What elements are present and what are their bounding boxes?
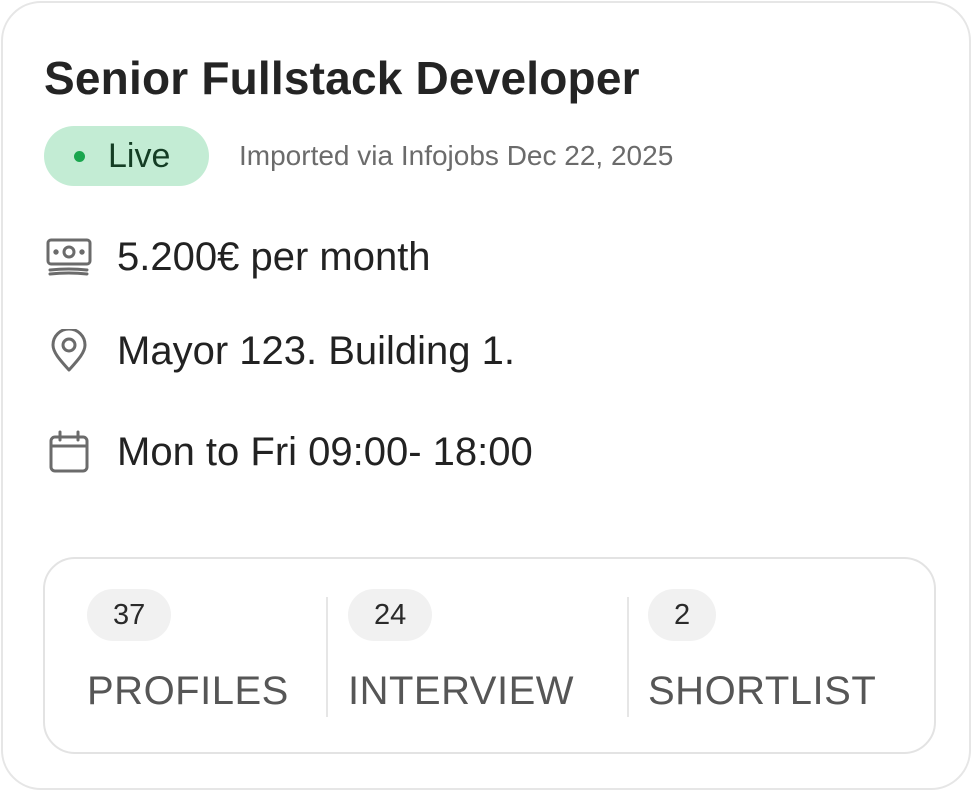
schedule-text: Mon to Fri 09:00- 18:00 [117, 429, 533, 474]
interview-count: 24 [348, 589, 433, 641]
location-pin-icon [45, 328, 95, 374]
location-text: Mayor 123. Building 1. [117, 328, 516, 373]
profiles-count: 37 [87, 589, 172, 641]
status-label: Live [108, 136, 171, 175]
location-row: Mayor 123. Building 1. [45, 328, 515, 374]
money-icon [45, 234, 95, 280]
salary-row: 5.200€ per month [45, 234, 431, 280]
schedule-row: Mon to Fri 09:00- 18:00 [45, 429, 533, 475]
profiles-label: PROFILES [87, 669, 289, 713]
job-card[interactable]: Senior Fullstack Developer Live Imported… [1, 1, 971, 790]
import-note: Imported via Infojobs Dec 22, 2025 [239, 140, 674, 171]
status-badge: Live [44, 126, 209, 186]
pipeline-stats: 37 PROFILES 24 INTERVIEW 2 SHORTLIST [43, 557, 936, 754]
shortlist-count: 2 [648, 589, 717, 641]
salary-text: 5.200€ per month [117, 234, 431, 279]
calendar-icon [45, 429, 95, 475]
job-title: Senior Fullstack Developer [44, 52, 640, 104]
interview-label: INTERVIEW [348, 669, 575, 713]
status-dot-icon [74, 150, 85, 162]
shortlist-label: SHORTLIST [648, 669, 877, 713]
stats-divider [326, 597, 328, 717]
stats-divider [627, 597, 629, 717]
status-row: Live Imported via Infojobs Dec 22, 2025 [44, 126, 673, 186]
